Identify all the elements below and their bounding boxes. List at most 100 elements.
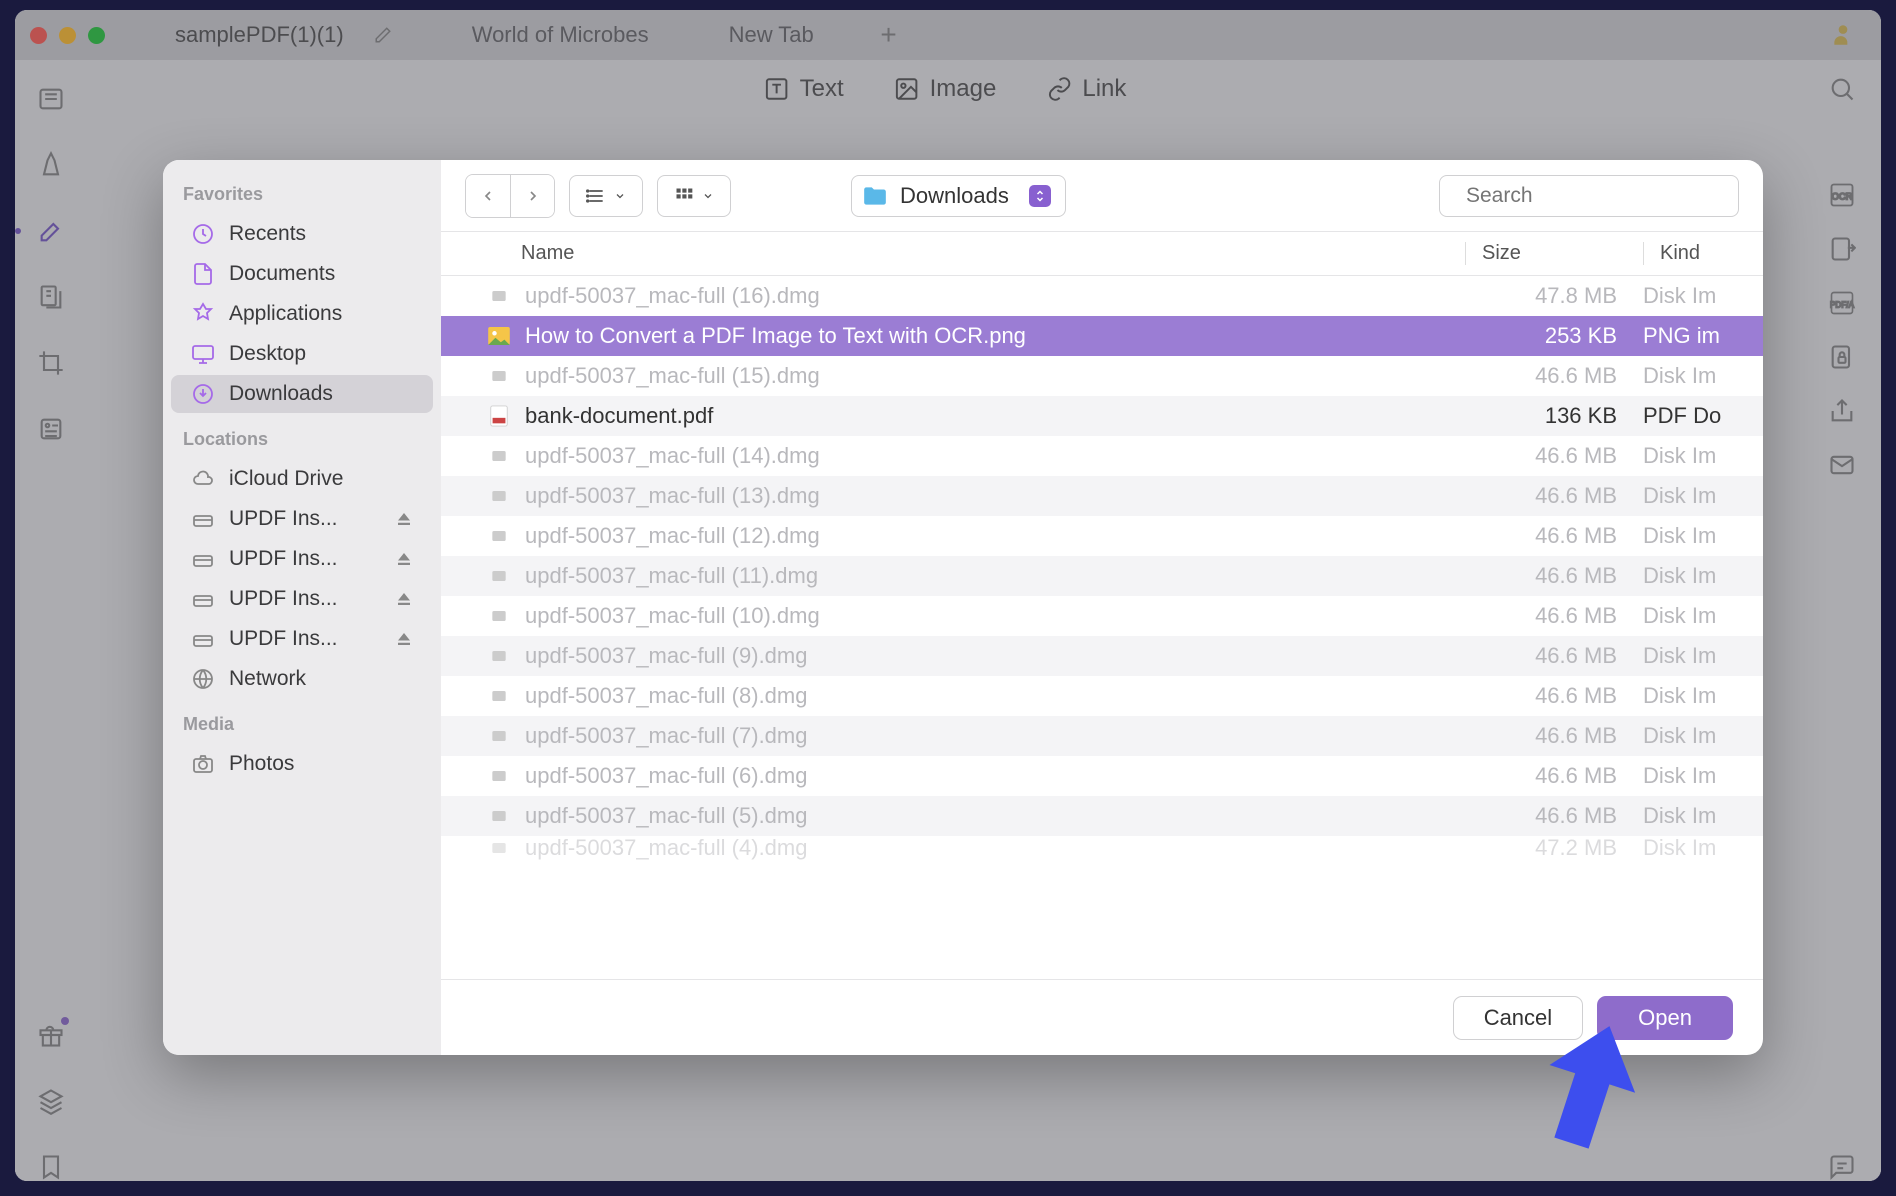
sidebar-item-updf-ins-[interactable]: UPDF Ins... xyxy=(171,580,433,618)
app-icon xyxy=(191,302,215,326)
disk-icon xyxy=(191,627,215,651)
file-row[interactable]: How to Convert a PDF Image to Text with … xyxy=(441,316,1763,356)
file-list: updf-50037_mac-full (16).dmg47.8 MBDisk … xyxy=(441,276,1763,979)
file-row[interactable]: updf-50037_mac-full (12).dmg46.6 MBDisk … xyxy=(441,516,1763,556)
download-icon xyxy=(191,382,215,406)
file-name: updf-50037_mac-full (5).dmg xyxy=(525,803,1465,829)
file-name: bank-document.pdf xyxy=(525,403,1465,429)
sidebar-item-downloads[interactable]: Downloads xyxy=(171,375,433,413)
eject-icon[interactable] xyxy=(395,510,413,528)
file-icon xyxy=(487,644,511,668)
sidebar-item-updf-ins-[interactable]: UPDF Ins... xyxy=(171,620,433,658)
file-row[interactable]: updf-50037_mac-full (11).dmg46.6 MBDisk … xyxy=(441,556,1763,596)
file-name: updf-50037_mac-full (14).dmg xyxy=(525,443,1465,469)
file-icon xyxy=(487,564,511,588)
sidebar-item-desktop[interactable]: Desktop xyxy=(171,335,433,373)
file-size: 46.6 MB xyxy=(1465,643,1643,669)
file-open-dialog: Favorites RecentsDocumentsApplicationsDe… xyxy=(163,160,1763,1055)
file-kind: PDF Do xyxy=(1643,403,1739,429)
file-icon xyxy=(487,836,511,860)
finder-sidebar: Favorites RecentsDocumentsApplicationsDe… xyxy=(163,160,441,1055)
file-row[interactable]: bank-document.pdf136 KBPDF Do xyxy=(441,396,1763,436)
sidebar-item-label: UPDF Ins... xyxy=(229,627,381,651)
sidebar-item-applications[interactable]: Applications xyxy=(171,295,433,333)
grid-view-button[interactable] xyxy=(657,175,731,217)
file-name: updf-50037_mac-full (6).dmg xyxy=(525,763,1465,789)
file-size: 253 KB xyxy=(1465,323,1643,349)
file-kind: Disk Im xyxy=(1643,836,1739,860)
file-icon xyxy=(487,524,511,548)
file-row[interactable]: updf-50037_mac-full (13).dmg46.6 MBDisk … xyxy=(441,476,1763,516)
file-size: 47.2 MB xyxy=(1465,836,1643,860)
file-row[interactable]: updf-50037_mac-full (10).dmg46.6 MBDisk … xyxy=(441,596,1763,636)
file-name: updf-50037_mac-full (10).dmg xyxy=(525,603,1465,629)
column-size[interactable]: Size xyxy=(1465,242,1643,265)
file-kind: Disk Im xyxy=(1643,523,1739,549)
file-name: updf-50037_mac-full (11).dmg xyxy=(525,563,1465,589)
file-icon xyxy=(487,684,511,708)
file-name: updf-50037_mac-full (13).dmg xyxy=(525,483,1465,509)
search-input[interactable] xyxy=(1466,184,1737,208)
eject-icon[interactable] xyxy=(395,590,413,608)
sidebar-item-updf-ins-[interactable]: UPDF Ins... xyxy=(171,500,433,538)
chevron-down-icon xyxy=(702,190,714,202)
file-size: 46.6 MB xyxy=(1465,803,1643,829)
desktop-icon xyxy=(191,342,215,366)
open-button[interactable]: Open xyxy=(1597,996,1733,1040)
eject-icon[interactable] xyxy=(395,550,413,568)
sidebar-item-updf-ins-[interactable]: UPDF Ins... xyxy=(171,540,433,578)
forward-button[interactable] xyxy=(510,175,554,217)
file-kind: Disk Im xyxy=(1643,723,1739,749)
search-field[interactable] xyxy=(1439,175,1739,217)
file-size: 46.6 MB xyxy=(1465,763,1643,789)
file-kind: Disk Im xyxy=(1643,803,1739,829)
file-size: 136 KB xyxy=(1465,403,1643,429)
folder-dropdown[interactable]: Downloads xyxy=(851,175,1066,217)
file-name: updf-50037_mac-full (8).dmg xyxy=(525,683,1465,709)
file-row[interactable]: updf-50037_mac-full (6).dmg46.6 MBDisk I… xyxy=(441,756,1763,796)
file-row[interactable]: updf-50037_mac-full (16).dmg47.8 MBDisk … xyxy=(441,276,1763,316)
file-row[interactable]: updf-50037_mac-full (14).dmg46.6 MBDisk … xyxy=(441,436,1763,476)
file-name: updf-50037_mac-full (4).dmg xyxy=(525,836,1465,860)
sidebar-item-label: UPDF Ins... xyxy=(229,547,381,571)
file-kind: Disk Im xyxy=(1643,363,1739,389)
sidebar-item-icloud-drive[interactable]: iCloud Drive xyxy=(171,460,433,498)
file-size: 46.6 MB xyxy=(1465,483,1643,509)
sidebar-item-documents[interactable]: Documents xyxy=(171,255,433,293)
file-icon xyxy=(487,444,511,468)
file-row[interactable]: updf-50037_mac-full (7).dmg46.6 MBDisk I… xyxy=(441,716,1763,756)
clock-icon xyxy=(191,222,215,246)
disk-icon xyxy=(191,587,215,611)
column-kind[interactable]: Kind xyxy=(1643,242,1739,265)
back-button[interactable] xyxy=(466,175,510,217)
file-icon xyxy=(487,324,511,348)
file-list-header: Name Size Kind xyxy=(441,232,1763,276)
column-name[interactable]: Name xyxy=(487,242,1465,265)
file-size: 46.6 MB xyxy=(1465,363,1643,389)
file-row[interactable]: updf-50037_mac-full (8).dmg46.6 MBDisk I… xyxy=(441,676,1763,716)
file-row[interactable]: updf-50037_mac-full (15).dmg46.6 MBDisk … xyxy=(441,356,1763,396)
file-kind: PNG im xyxy=(1643,323,1739,349)
file-icon xyxy=(487,604,511,628)
list-view-button[interactable] xyxy=(569,175,643,217)
file-icon xyxy=(487,484,511,508)
file-row[interactable]: updf-50037_mac-full (4).dmg47.2 MBDisk I… xyxy=(441,836,1763,860)
file-name: updf-50037_mac-full (16).dmg xyxy=(525,283,1465,309)
sidebar-item-photos[interactable]: Photos xyxy=(171,745,433,783)
file-size: 46.6 MB xyxy=(1465,683,1643,709)
sidebar-item-recents[interactable]: Recents xyxy=(171,215,433,253)
sidebar-item-label: Network xyxy=(229,667,413,691)
file-size: 46.6 MB xyxy=(1465,523,1643,549)
file-row[interactable]: updf-50037_mac-full (9).dmg46.6 MBDisk I… xyxy=(441,636,1763,676)
cancel-button[interactable]: Cancel xyxy=(1453,996,1583,1040)
file-kind: Disk Im xyxy=(1643,763,1739,789)
sidebar-item-label: Recents xyxy=(229,222,413,246)
eject-icon[interactable] xyxy=(395,630,413,648)
file-name: updf-50037_mac-full (15).dmg xyxy=(525,363,1465,389)
media-heading: Media xyxy=(163,708,441,743)
file-icon xyxy=(487,804,511,828)
sidebar-item-network[interactable]: Network xyxy=(171,660,433,698)
file-row[interactable]: updf-50037_mac-full (5).dmg46.6 MBDisk I… xyxy=(441,796,1763,836)
current-folder-label: Downloads xyxy=(900,183,1009,209)
sidebar-item-label: UPDF Ins... xyxy=(229,587,381,611)
